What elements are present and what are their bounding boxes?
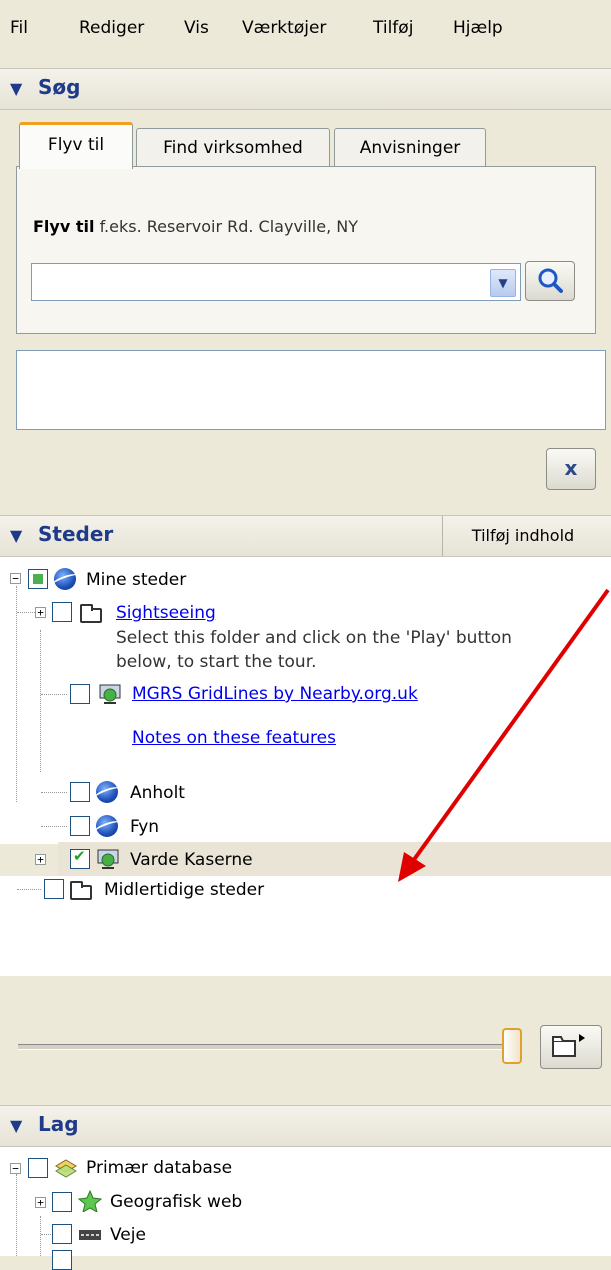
primaer-database-label[interactable]: Primær database (86, 1158, 232, 1178)
network-link-icon (97, 849, 119, 869)
road-icon (79, 1230, 101, 1240)
primaer-database-checkbox[interactable] (28, 1158, 48, 1178)
collapse-toggle-icon[interactable]: − (10, 1163, 21, 1174)
add-content-button[interactable]: Tilføj indhold (442, 516, 603, 556)
close-results-button[interactable]: x (546, 448, 596, 490)
menu-bar: Fil Rediger Vis Værktøjer Tilføj Hjælp (0, 0, 611, 60)
search-panel: Flyv til f.eks. Reservoir Rd. Clayville,… (16, 166, 596, 334)
varde-kaserne-checkbox[interactable] (70, 847, 90, 869)
varde-kaserne-label[interactable]: Varde Kaserne (130, 850, 253, 870)
fly-to-hint: Flyv til f.eks. Reservoir Rd. Clayville,… (33, 217, 358, 236)
sightseeing-desc-line1: Select this folder and click on the 'Pla… (116, 628, 512, 648)
layers-header[interactable]: ▼ Lag (0, 1105, 611, 1147)
collapse-triangle-icon[interactable]: ▼ (10, 79, 22, 98)
slider-track[interactable] (18, 1044, 502, 1050)
tab-flyv-til[interactable]: Flyv til (19, 122, 133, 169)
folder-play-icon (552, 1034, 585, 1057)
search-header[interactable]: ▼ Søg (0, 68, 611, 110)
slider-thumb[interactable] (502, 1028, 522, 1064)
dropdown-chevron-icon[interactable]: ▼ (490, 269, 516, 297)
tab-anvisninger[interactable]: Anvisninger (334, 128, 486, 167)
geografisk-web-label[interactable]: Geografisk web (110, 1192, 242, 1212)
search-combobox[interactable]: ▼ (31, 263, 521, 301)
mgrs-checkbox[interactable] (70, 684, 90, 704)
fyn-label[interactable]: Fyn (130, 817, 159, 837)
collapse-triangle-icon[interactable]: ▼ (10, 1116, 22, 1135)
midlertidige-label[interactable]: Midlertidige steder (104, 880, 264, 900)
search-button[interactable] (525, 261, 575, 301)
mgrs-link[interactable]: MGRS GridLines by Nearby.org.uk (132, 684, 418, 704)
layers-title: Lag (38, 1112, 79, 1136)
expand-toggle-icon[interactable]: + (35, 1197, 46, 1208)
fly-to-hint-label: Flyv til (33, 217, 95, 236)
search-input[interactable] (34, 266, 478, 298)
star-icon (78, 1190, 102, 1212)
mine-steder-checkbox[interactable] (28, 569, 48, 589)
tab-find-virksomhed[interactable]: Find virksomhed (136, 128, 330, 167)
expand-toggle-icon[interactable]: + (35, 854, 46, 865)
menu-rediger[interactable]: Rediger (79, 18, 144, 38)
sightseeing-link[interactable]: Sightseeing (116, 603, 216, 623)
globe-icon (96, 781, 118, 803)
geografisk-web-checkbox[interactable] (52, 1192, 72, 1212)
veje-label[interactable]: Veje (110, 1225, 146, 1245)
expand-toggle-icon[interactable]: + (35, 607, 46, 618)
search-results-box[interactable] (16, 350, 606, 430)
folder-icon (80, 604, 102, 623)
mine-steder-label[interactable]: Mine steder (86, 570, 186, 590)
sightseeing-desc-line2: below, to start the tour. (116, 652, 317, 672)
layers-stack-icon (55, 1159, 77, 1178)
folder-icon (70, 881, 92, 900)
globe-icon (54, 568, 76, 590)
places-header[interactable]: ▼ Steder Tilføj indhold (0, 515, 611, 557)
veje-checkbox[interactable] (52, 1224, 72, 1244)
network-link-icon (99, 684, 121, 704)
menu-vaerktojer[interactable]: Værktøjer (242, 18, 326, 38)
anholt-checkbox[interactable] (70, 782, 90, 802)
close-icon: x (564, 456, 578, 480)
anholt-label[interactable]: Anholt (130, 783, 185, 803)
places-title: Steder (38, 522, 114, 546)
menu-tilfoj[interactable]: Tilføj (373, 18, 413, 38)
collapse-toggle-icon[interactable]: − (10, 573, 21, 584)
collapse-triangle-icon[interactable]: ▼ (10, 526, 22, 545)
notes-link[interactable]: Notes on these features (132, 728, 336, 748)
fly-to-hint-example: f.eks. Reservoir Rd. Clayville, NY (99, 217, 358, 236)
next-layer-checkbox[interactable] (52, 1250, 72, 1270)
menu-fil[interactable]: Fil (10, 18, 28, 38)
sightseeing-checkbox[interactable] (52, 602, 72, 622)
magnifier-icon (538, 268, 563, 293)
fyn-checkbox[interactable] (70, 816, 90, 836)
search-title: Søg (38, 75, 81, 99)
midlertidige-checkbox[interactable] (44, 879, 64, 899)
globe-icon (96, 815, 118, 837)
menu-hjaelp[interactable]: Hjælp (453, 18, 503, 38)
menu-vis[interactable]: Vis (184, 18, 209, 38)
play-tour-button[interactable] (540, 1025, 602, 1069)
